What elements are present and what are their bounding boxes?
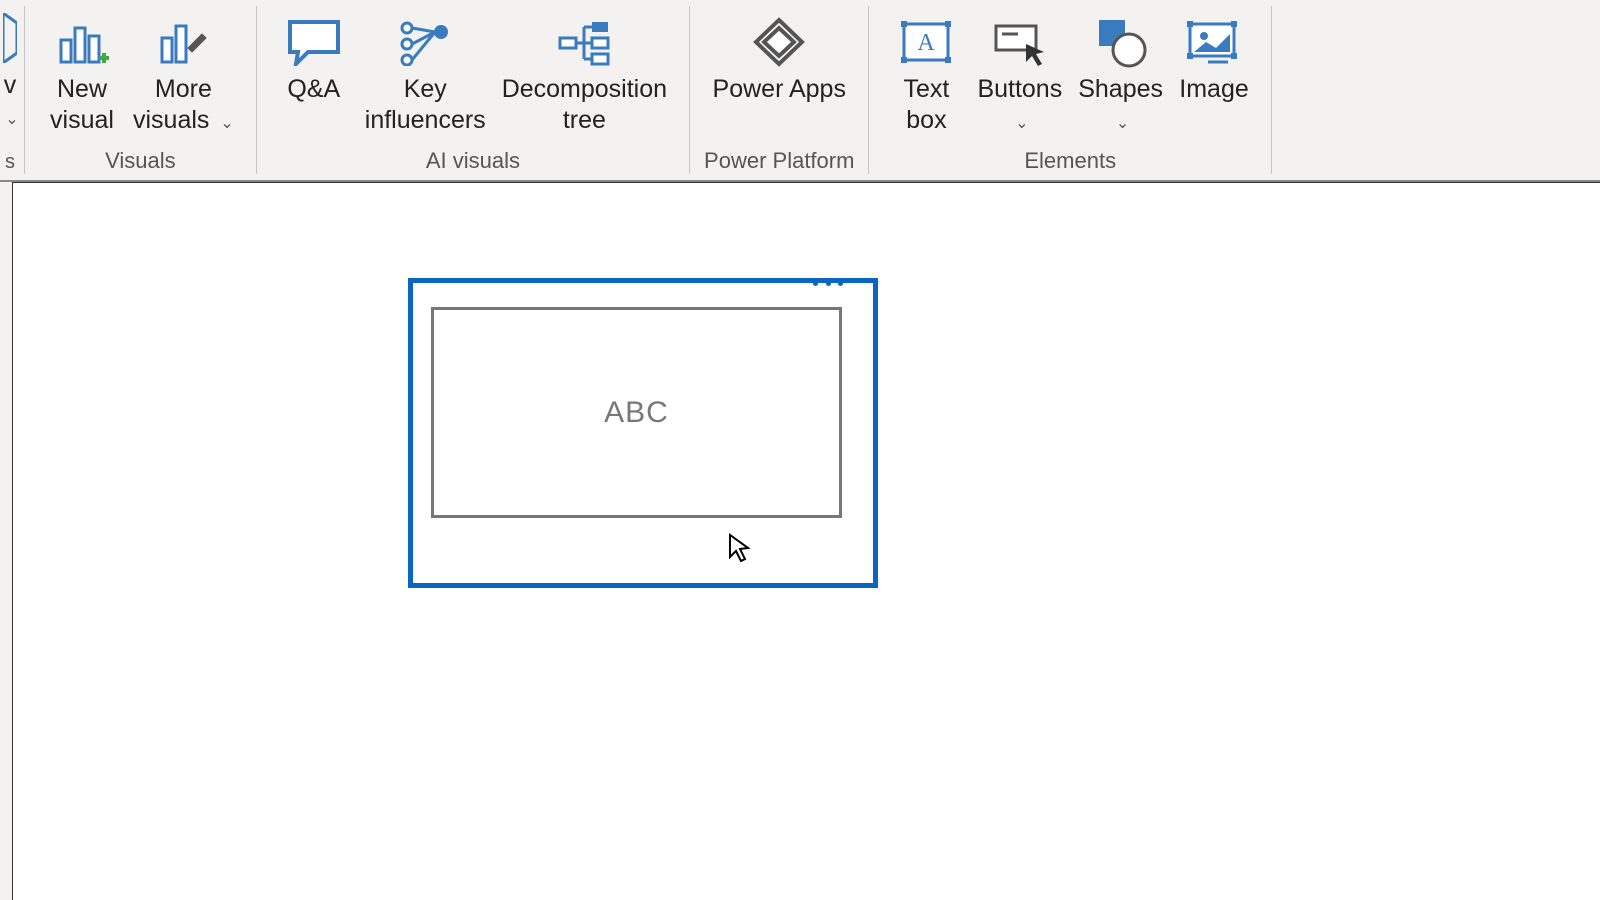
text-box-label: Text box bbox=[904, 72, 950, 137]
decomposition-tree-button[interactable]: Decomposition tree bbox=[494, 8, 675, 137]
partial-group-label: s bbox=[5, 151, 15, 180]
bar-chart-plus-icon bbox=[52, 12, 112, 72]
ribbon-group-ai-visuals: Q&A Key influencers bbox=[257, 0, 689, 180]
power-apps-icon bbox=[749, 12, 809, 72]
qa-label: Q&A bbox=[287, 72, 340, 105]
key-influencers-button[interactable]: Key influencers bbox=[357, 8, 494, 137]
key-influencers-icon bbox=[395, 12, 455, 72]
power-apps-label: Power Apps bbox=[713, 72, 846, 105]
card-placeholder-text: ABC bbox=[604, 396, 669, 430]
new-visual-button[interactable]: New visual bbox=[39, 8, 125, 137]
elements-group-label: Elements bbox=[1024, 148, 1116, 180]
ai-visuals-group-label: AI visuals bbox=[426, 148, 520, 180]
partial-button[interactable]: v⌄ bbox=[1, 8, 18, 133]
decomposition-tree-icon bbox=[554, 12, 614, 72]
speech-bubble-icon bbox=[284, 12, 344, 72]
buttons-icon bbox=[990, 12, 1050, 72]
card-options-icon[interactable] bbox=[813, 281, 843, 287]
visuals-group-label: Visuals bbox=[105, 148, 176, 180]
key-influencers-label: Key influencers bbox=[365, 72, 486, 137]
new-visual-label: New visual bbox=[50, 72, 114, 137]
ribbon: v⌄ s New visual bbox=[0, 0, 1600, 182]
ribbon-group-elements: A Text box Buttons⌄ bbox=[869, 0, 1271, 180]
image-icon bbox=[1184, 12, 1244, 72]
svg-text:A: A bbox=[918, 30, 936, 56]
cursor-icon bbox=[728, 533, 752, 563]
shapes-icon bbox=[1091, 12, 1151, 72]
shapes-button[interactable]: Shapes⌄ bbox=[1070, 8, 1171, 137]
text-box-button[interactable]: A Text box bbox=[883, 8, 969, 137]
more-visuals-button[interactable]: More visuals ⌄ bbox=[125, 8, 242, 137]
separator bbox=[1271, 6, 1272, 174]
decomposition-tree-label: Decomposition tree bbox=[502, 72, 667, 137]
power-platform-group-label: Power Platform bbox=[704, 148, 854, 180]
image-button[interactable]: Image bbox=[1171, 8, 1257, 105]
ribbon-group-partial: v⌄ s bbox=[0, 0, 24, 180]
qa-button[interactable]: Q&A bbox=[271, 8, 357, 105]
report-canvas[interactable]: ABC bbox=[12, 182, 1600, 900]
power-apps-button[interactable]: Power Apps bbox=[705, 8, 854, 105]
card-visual-body[interactable]: ABC bbox=[431, 307, 842, 518]
buttons-label: Buttons⌄ bbox=[977, 72, 1062, 137]
shapes-label: Shapes⌄ bbox=[1078, 72, 1163, 137]
buttons-button[interactable]: Buttons⌄ bbox=[969, 8, 1070, 137]
text-box-icon: A bbox=[896, 12, 956, 72]
partial-label: v⌄ bbox=[1, 68, 18, 133]
more-visuals-label: More visuals ⌄ bbox=[133, 72, 234, 137]
bar-chart-pencil-icon bbox=[153, 12, 213, 72]
ribbon-group-visuals: New visual More visuals ⌄ Visuals bbox=[25, 0, 256, 180]
selected-visual-card[interactable]: ABC bbox=[408, 278, 878, 588]
ribbon-group-power-platform: Power Apps Power Platform bbox=[690, 0, 868, 180]
image-label: Image bbox=[1179, 72, 1248, 105]
